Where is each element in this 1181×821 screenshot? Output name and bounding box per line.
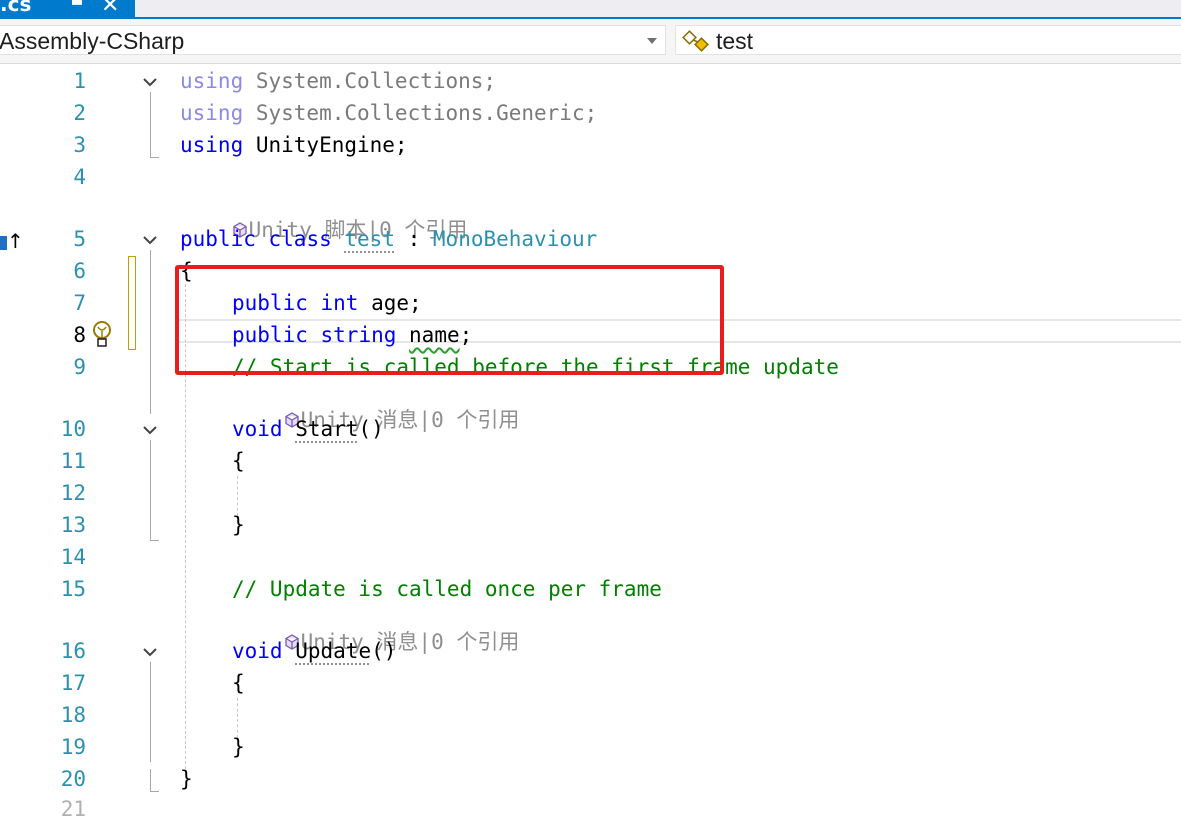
base-class[interactable]: MonoBehaviour <box>433 227 597 251</box>
line-number: 2 <box>73 101 86 125</box>
code-line-13: } <box>232 513 245 537</box>
code-line-1: using System.Collections; <box>180 69 496 93</box>
punctuation: () <box>358 417 384 441</box>
chevron-down-icon[interactable] <box>647 38 657 44</box>
navigate-up-icon[interactable]: ↑ <box>0 229 24 253</box>
line-number: 3 <box>73 133 86 157</box>
code-line-17: { <box>232 671 245 695</box>
type-dropdown-label: test <box>716 28 754 54</box>
keyword: void <box>232 417 283 441</box>
tab-label: .cs <box>0 0 32 16</box>
class-name[interactable]: test <box>344 227 395 251</box>
keyword: using <box>180 69 244 93</box>
chevron-down-icon[interactable] <box>140 72 160 92</box>
fold-guide <box>150 540 159 541</box>
class-icon <box>682 30 709 52</box>
code-editor[interactable]: ↑ 1 2 3 4 5 6 7 8 9 10 11 12 13 14 15 16… <box>0 64 1181 821</box>
line-number: 5 <box>73 227 86 251</box>
line-number: 10 <box>60 417 86 441</box>
keyword: public <box>180 227 256 251</box>
code-line-2: using System.Collections.Generic; <box>180 101 597 125</box>
indent-guide <box>237 476 238 516</box>
pin-icon[interactable]: ▀ <box>72 0 82 12</box>
fold-guide <box>150 791 159 792</box>
code-line-10: void Start() <box>232 417 384 441</box>
keyword: class <box>268 227 332 251</box>
fold-guide <box>150 662 151 762</box>
line-number: 9 <box>73 355 86 379</box>
line-number: 11 <box>60 449 86 473</box>
punctuation: : <box>394 227 433 251</box>
code-line-20: } <box>180 767 193 791</box>
line-number: 16 <box>60 639 86 663</box>
project-dropdown-label: Assembly-CSharp <box>0 28 185 54</box>
line-number: 21 <box>60 797 86 821</box>
line-number: 17 <box>60 671 86 695</box>
code-line-16: void Update() <box>232 639 396 663</box>
keyword: using <box>180 133 244 157</box>
change-indicator <box>128 256 136 350</box>
fold-guide <box>150 92 151 157</box>
punctuation: () <box>371 639 397 663</box>
namespace: System.Collections.Generic; <box>243 101 598 125</box>
document-tab[interactable]: .cs ▀ ✕ <box>0 0 135 17</box>
document-tab-strip: .cs ▀ ✕ <box>0 0 1181 17</box>
indent-guide <box>237 698 238 738</box>
keyword: using <box>180 101 244 125</box>
namespace: UnityEngine; <box>243 133 408 157</box>
type-dropdown[interactable]: test <box>675 25 1181 55</box>
code-line-19: } <box>232 735 245 759</box>
chevron-down-icon[interactable] <box>140 642 160 662</box>
fold-guide <box>150 250 151 414</box>
highlight-annotation-box <box>175 265 724 375</box>
navigation-bar: Assembly-CSharp test <box>0 19 1181 64</box>
code-line-11: { <box>232 449 245 473</box>
chevron-down-icon[interactable] <box>140 420 160 440</box>
lightbulb-icon[interactable] <box>90 319 114 351</box>
code-line-3: using UnityEngine; <box>180 133 408 157</box>
line-number: 15 <box>60 577 86 601</box>
line-number: 8 <box>73 323 86 347</box>
line-number: 1 <box>73 69 86 93</box>
line-number: 6 <box>73 259 86 283</box>
keyword: void <box>232 639 283 663</box>
project-dropdown[interactable]: Assembly-CSharp <box>0 25 666 55</box>
line-number: 7 <box>73 291 86 315</box>
line-number: 20 <box>60 767 86 791</box>
line-number: 12 <box>60 481 86 505</box>
line-number: 19 <box>60 735 86 759</box>
line-number: 13 <box>60 513 86 537</box>
line-number: 4 <box>73 165 86 189</box>
code-line-15: // Update is called once per frame <box>232 577 662 601</box>
line-number: 18 <box>60 703 86 727</box>
namespace: System.Collections; <box>243 69 497 93</box>
line-number: 14 <box>60 545 86 569</box>
close-icon[interactable]: ✕ <box>101 0 119 16</box>
code-line-5: public class test : MonoBehaviour <box>180 227 597 251</box>
fold-guide <box>150 440 151 540</box>
fold-guide <box>150 157 159 158</box>
method-update[interactable]: Update <box>295 639 371 663</box>
fold-guide <box>150 769 151 791</box>
method-start[interactable]: Start <box>295 417 358 441</box>
chevron-down-icon[interactable] <box>140 230 160 250</box>
